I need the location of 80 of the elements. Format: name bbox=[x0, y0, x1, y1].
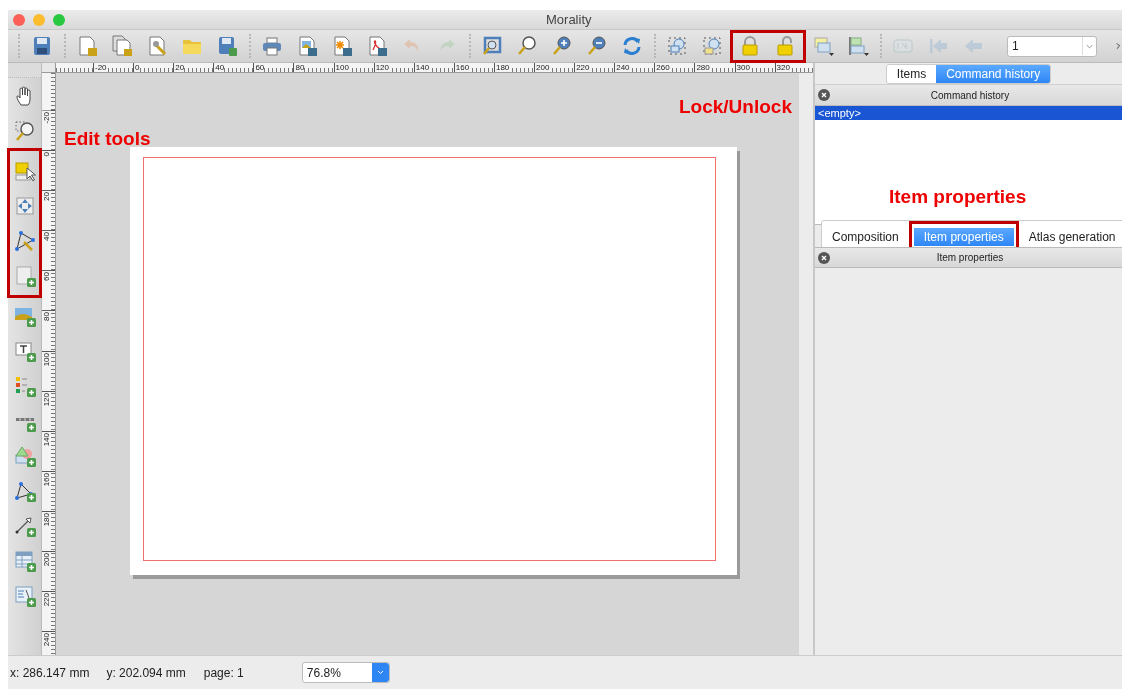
close-button[interactable] bbox=[13, 13, 25, 26]
node-edit-icon[interactable] bbox=[13, 229, 36, 252]
ruler-label: 20 bbox=[174, 63, 185, 72]
y-coordinate: y: 202.094 mm bbox=[106, 664, 186, 682]
close-icon[interactable] bbox=[818, 89, 830, 101]
zoom-out-icon[interactable] bbox=[586, 35, 609, 57]
ruler-label: 200 bbox=[535, 63, 550, 72]
magnifier-icon[interactable] bbox=[13, 119, 36, 142]
image-export-icon[interactable] bbox=[296, 35, 319, 57]
ruler-label: 40 bbox=[42, 231, 51, 242]
ruler-label: 0 bbox=[42, 151, 51, 157]
panel-title: Item properties bbox=[935, 251, 1005, 265]
ruler-label: -20 bbox=[94, 63, 107, 72]
history-entry[interactable]: <empty> bbox=[815, 106, 1122, 120]
layers-icon[interactable] bbox=[812, 35, 835, 57]
document-wrench-icon[interactable] bbox=[146, 35, 169, 57]
floppy-pencil-icon[interactable] bbox=[216, 35, 239, 57]
ruler-label: 140 bbox=[42, 431, 51, 447]
documents-icon[interactable] bbox=[111, 35, 134, 57]
zoom-button[interactable] bbox=[53, 13, 65, 26]
printer-icon[interactable] bbox=[261, 35, 284, 57]
document-asterisk-icon[interactable] bbox=[331, 35, 354, 57]
document-export-icon[interactable] bbox=[366, 35, 389, 57]
new-document-icon[interactable] bbox=[76, 35, 99, 57]
ruler-label: 200 bbox=[42, 552, 51, 567]
zoom-field[interactable]: 76.8% bbox=[301, 662, 390, 683]
ruler-label: 180 bbox=[494, 63, 510, 72]
ruler-label: 40 bbox=[214, 63, 225, 72]
ruler-label: 0 bbox=[134, 63, 140, 72]
ruler-label: 220 bbox=[575, 63, 590, 72]
ruler-label: 140 bbox=[414, 63, 430, 72]
ruler-label: 60 bbox=[42, 271, 51, 282]
add-polygon-icon[interactable] bbox=[13, 479, 36, 502]
annotation-label: Edit tools bbox=[64, 127, 151, 151]
page-field[interactable]: 1 bbox=[1006, 35, 1097, 57]
dropdown-caret-icon[interactable] bbox=[371, 663, 389, 682]
zoom-full-icon[interactable] bbox=[481, 35, 504, 57]
tab[interactable]: Items bbox=[886, 64, 937, 83]
add-map-icon[interactable] bbox=[13, 264, 36, 287]
ruler-label: 100 bbox=[334, 63, 349, 72]
close-icon[interactable] bbox=[818, 251, 830, 264]
panel-title: Command history bbox=[929, 88, 1011, 103]
ruler-label: -20 bbox=[42, 111, 51, 124]
ruler-label: 60 bbox=[254, 63, 265, 72]
ruler-label: 20 bbox=[42, 191, 51, 202]
add-arrow-icon[interactable] bbox=[13, 514, 36, 537]
page-number: page: 1 bbox=[203, 664, 244, 682]
move-content-icon[interactable] bbox=[13, 194, 36, 217]
toolbar-grip[interactable] bbox=[8, 63, 41, 78]
x-coordinate: x: 286.147 mm bbox=[10, 664, 90, 682]
ruler-label: 80 bbox=[42, 311, 51, 322]
ruler-label: 100 bbox=[42, 351, 51, 366]
window-title: Morality bbox=[546, 10, 592, 29]
select-cursor-icon[interactable] bbox=[13, 159, 36, 182]
add-html-icon[interactable] bbox=[13, 584, 36, 607]
zoom-in-icon[interactable] bbox=[551, 35, 574, 57]
add-legend-icon[interactable] bbox=[13, 374, 36, 397]
annotation-label: Item properties bbox=[889, 185, 1027, 209]
ruler-label: 160 bbox=[42, 471, 51, 487]
group-icon[interactable] bbox=[666, 35, 689, 57]
add-shape-icon[interactable] bbox=[13, 444, 36, 467]
ruler-label: 120 bbox=[374, 63, 389, 72]
ruler-label: 280 bbox=[695, 63, 710, 72]
chevron-icon[interactable] bbox=[1114, 41, 1122, 51]
align-icon[interactable] bbox=[847, 35, 870, 57]
ruler-label: 300 bbox=[735, 63, 750, 72]
ruler-label: 120 bbox=[42, 391, 51, 406]
ruler-label: 220 bbox=[42, 592, 51, 607]
ruler-label: 260 bbox=[655, 63, 670, 72]
add-label-icon[interactable] bbox=[13, 339, 36, 362]
ungroup-icon[interactable] bbox=[701, 35, 724, 57]
magnifier-icon[interactable] bbox=[516, 35, 539, 57]
annotation-label: Lock/Unlock bbox=[679, 95, 792, 119]
ruler-label: 240 bbox=[615, 63, 630, 72]
ruler-label: 80 bbox=[294, 63, 305, 72]
ruler-label: 180 bbox=[42, 511, 51, 527]
ruler-label: 320 bbox=[775, 63, 790, 72]
ruler-label: 240 bbox=[42, 632, 51, 647]
add-table-icon[interactable] bbox=[13, 549, 36, 572]
ruler-label: 160 bbox=[454, 63, 470, 72]
